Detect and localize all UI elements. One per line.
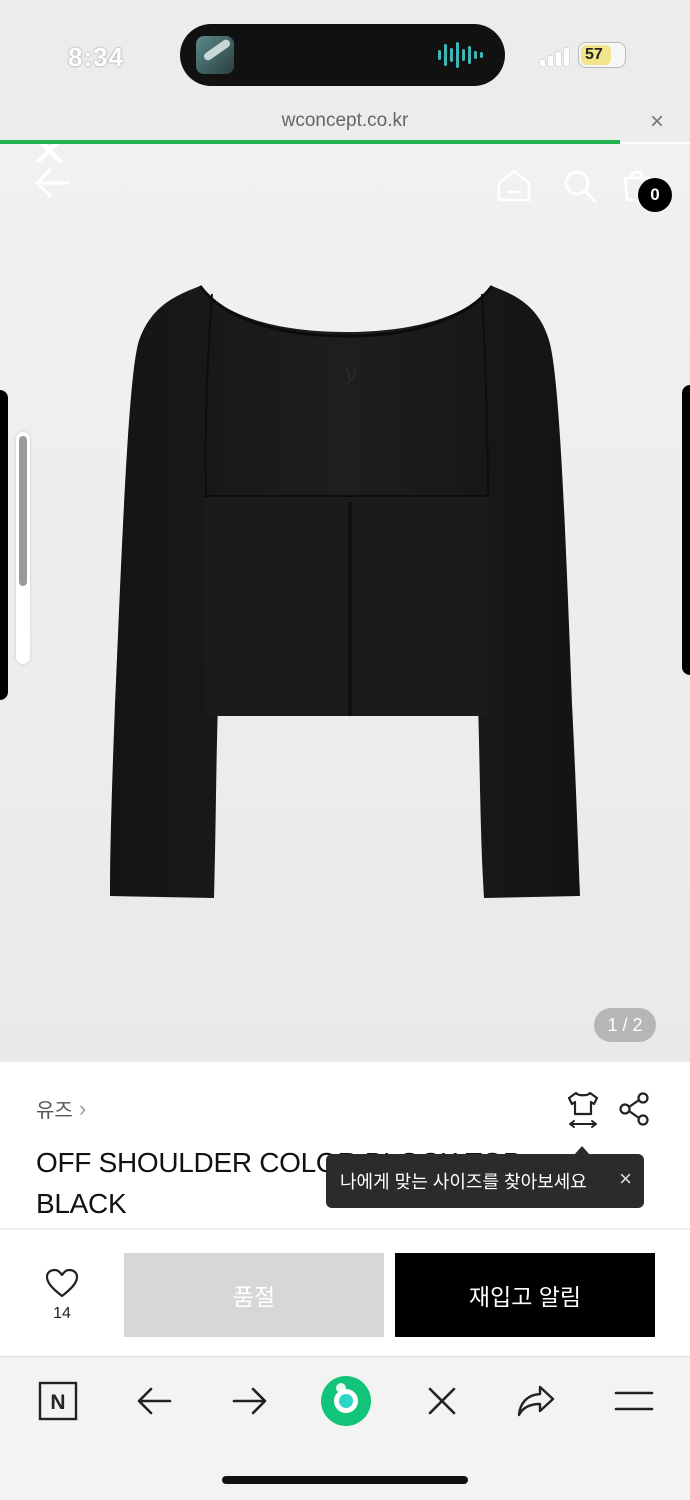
battery-level: 57 xyxy=(585,46,603,63)
menu-button[interactable] xyxy=(612,1379,656,1423)
wishlist-count: 14 xyxy=(53,1305,71,1322)
now-playing-thumbnail xyxy=(196,36,234,74)
status-bar: 8:34 57 xyxy=(0,0,690,110)
heart-icon xyxy=(45,1268,79,1298)
product-photo: y xyxy=(110,285,580,898)
image-page-indicator: 1 / 2 xyxy=(594,1008,656,1042)
scroll-indicator[interactable] xyxy=(16,432,30,664)
close-icon xyxy=(428,1387,456,1415)
arrow-right-icon xyxy=(232,1387,267,1415)
green-dot-icon xyxy=(321,1376,371,1426)
screen-edge xyxy=(682,385,690,675)
phone-screen: 8:34 57 wconcept.co.kr × y ✕ 0 1 / 2 유즈 … xyxy=(0,0,690,1500)
nav-back-button[interactable] xyxy=(132,1379,176,1423)
hamburger-menu-icon xyxy=(614,1391,654,1411)
tooltip-close-icon[interactable]: × xyxy=(619,1166,632,1192)
size-guide-icon[interactable] xyxy=(566,1090,600,1135)
chevron-right-icon: › xyxy=(78,1095,87,1121)
audio-wave-icon xyxy=(438,42,483,68)
home-indicator[interactable] xyxy=(222,1476,468,1484)
embroidered-logo: y xyxy=(343,361,357,386)
wishlist-button[interactable]: 14 xyxy=(40,1268,84,1323)
wifi-signal-icon xyxy=(540,46,569,66)
sold-out-button: 품절 xyxy=(124,1253,384,1337)
brand-name: 유즈 xyxy=(36,1100,73,1122)
nav-forward-button[interactable] xyxy=(228,1379,272,1423)
browser-url-bar[interactable]: wconcept.co.kr × xyxy=(0,100,690,142)
naver-home-button[interactable]: N xyxy=(36,1379,80,1423)
brand-link[interactable]: 유즈 › xyxy=(36,1094,86,1123)
naver-letter: N xyxy=(50,1391,65,1414)
share-icon[interactable] xyxy=(618,1092,650,1131)
back-arrow-icon[interactable] xyxy=(34,166,70,205)
battery-icon: 57 xyxy=(578,42,626,68)
search-icon[interactable] xyxy=(562,168,598,209)
share-arrow-icon xyxy=(517,1385,555,1417)
home-icon[interactable] xyxy=(496,168,532,207)
arrow-left-icon xyxy=(137,1387,172,1415)
naver-icon: N xyxy=(38,1381,78,1421)
status-time: 8:34 xyxy=(68,42,125,72)
product-image-gallery[interactable]: y ✕ 0 1 / 2 xyxy=(0,144,690,1062)
url-close-icon[interactable]: × xyxy=(650,108,664,136)
restock-alert-button[interactable]: 재입고 알림 xyxy=(395,1253,655,1337)
url-text[interactable]: wconcept.co.kr xyxy=(0,110,690,132)
screen-edge xyxy=(0,390,8,700)
size-finder-tooltip[interactable]: 나에게 맞는 사이즈를 찾아보세요 × xyxy=(326,1154,644,1208)
tooltip-text: 나에게 맞는 사이즈를 찾아보세요 xyxy=(340,1172,587,1192)
green-dot-button[interactable] xyxy=(318,1373,374,1429)
dynamic-island[interactable] xyxy=(180,24,505,86)
close-tab-button[interactable] xyxy=(420,1379,464,1423)
divider xyxy=(0,1228,690,1230)
cart-count-badge: 0 xyxy=(638,178,672,212)
share-page-button[interactable] xyxy=(514,1379,558,1423)
